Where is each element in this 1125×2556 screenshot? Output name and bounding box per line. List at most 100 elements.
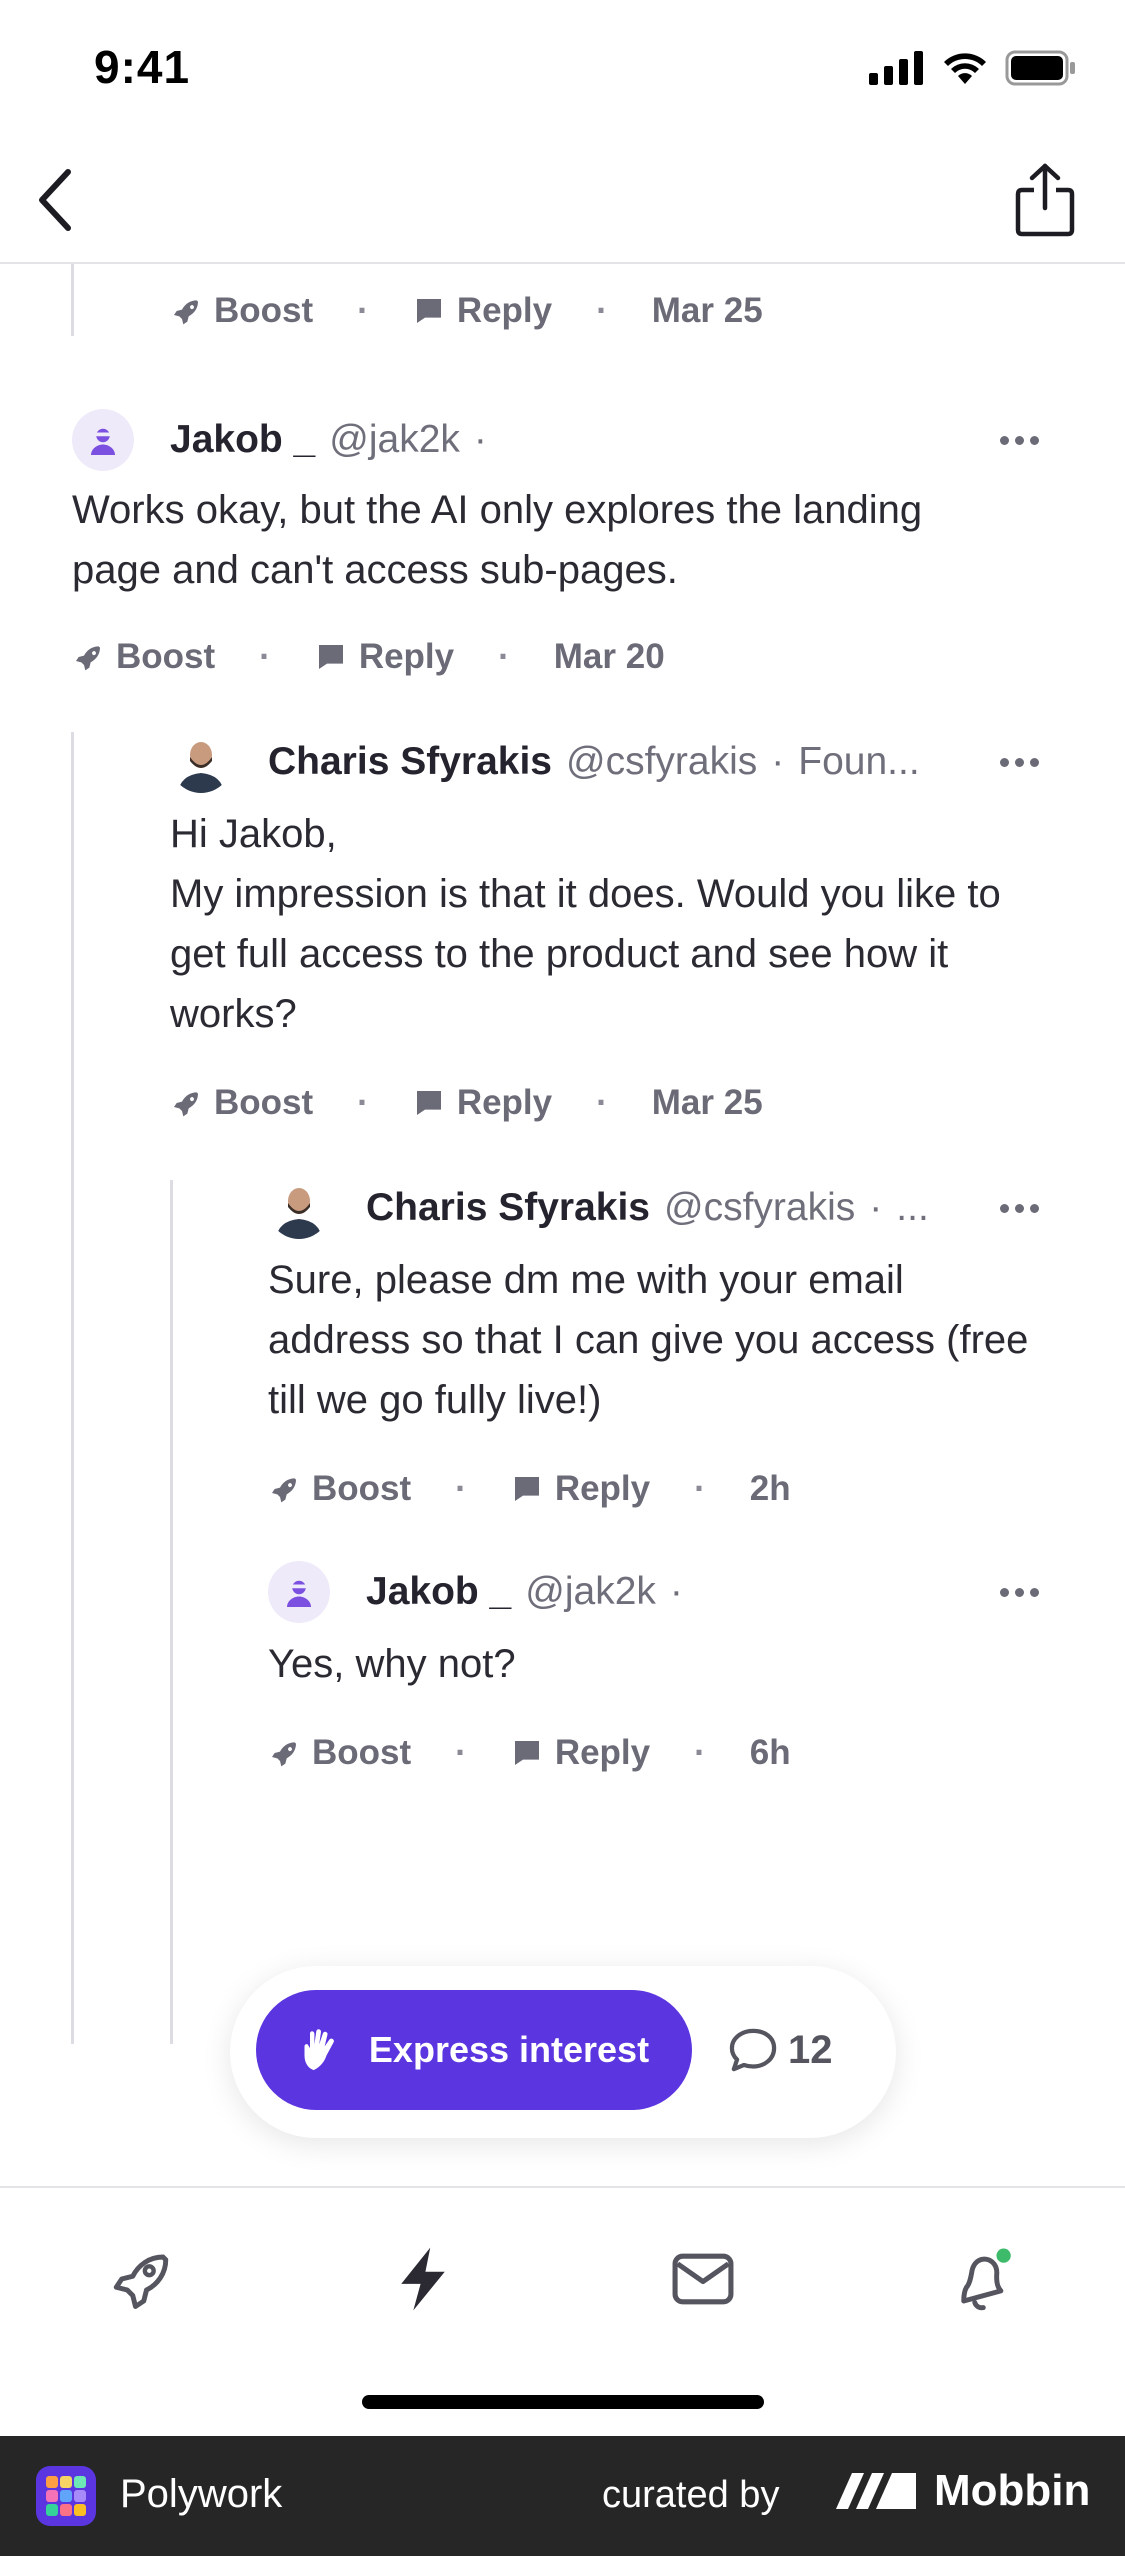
author-handle[interactable]: @csfyrakis [566,740,757,784]
avatar[interactable] [170,731,232,793]
reply-button[interactable]: Reply [315,637,454,677]
comments-count-button[interactable]: 12 [728,1990,833,2110]
comment-header: Jakob _ @jak2k · [72,408,487,472]
separator: · [669,1570,683,1613]
separator: · [694,1469,706,1508]
boost-button[interactable]: Boost [268,1733,411,1773]
comment-date: Mar 25 [651,1083,763,1122]
author-name[interactable]: Jakob _ [170,418,315,462]
reply-bubble-icon [514,1741,539,1765]
more-options-button[interactable] [1000,1582,1039,1602]
user-photo-icon [268,1177,330,1239]
comment-header: Charis Sfyrakis @csfyrakis · ... [268,1176,929,1240]
express-interest-label: Express interest [368,2029,650,2070]
boost-button[interactable]: Boost [72,637,215,677]
separator: · [694,1733,706,1772]
author-name[interactable]: Charis Sfyrakis [366,1186,650,1230]
mail-icon [672,2253,734,2305]
author-title: Foun... [798,740,920,783]
user-avatar-icon [287,1580,311,1607]
user-avatar-icon [91,428,115,455]
author-handle[interactable]: @jak2k [525,1570,656,1614]
thread-line [71,732,74,2044]
tab-activity[interactable] [378,2234,468,2324]
comment-date: Mar 20 [553,637,665,676]
status-bar: 9:41 [0,0,1125,140]
comment-body: Hi Jakob, My impression is that it does.… [170,804,1001,1044]
reply-label: Reply [456,1083,553,1122]
boost-label: Boost [312,1469,412,1508]
footer-brand-name: Mobbin [934,2466,1091,2515]
comment-body: Works okay, but the AI only explores the… [72,480,922,600]
reply-label: Reply [554,1733,651,1772]
home-indicator [362,2395,764,2409]
share-icon [1015,163,1075,237]
reply-button[interactable]: Reply [413,1083,552,1123]
boost-button[interactable]: Boost [170,291,313,331]
footer-brand: Mobbin [832,2466,1090,2516]
reply-button[interactable]: Reply [511,1733,650,1773]
boost-button[interactable]: Boost [170,1083,313,1123]
comment-actions: Boost · Reply · 6h [268,1728,791,1778]
rocket-icon [76,646,100,671]
comment-line: works? [170,992,297,1036]
comment-line: Hi Jakob, [170,812,337,856]
rocket-icon [174,1092,198,1117]
reply-label: Reply [554,1469,651,1508]
author-name[interactable]: Charis Sfyrakis [268,740,552,784]
comment-line: Works okay, but the AI only explores the… [72,488,923,532]
comment-line: till we go fully live!) [268,1378,602,1422]
user-photo-icon [170,731,232,793]
bell-icon [961,2248,1011,2311]
chevron-left-icon [39,169,71,231]
more-options-button[interactable] [1000,430,1039,450]
comment-date: 2h [749,1469,791,1508]
rocket-icon [174,300,198,325]
thread-line [170,1180,173,2044]
mobbin-logo-icon [836,2473,916,2509]
reply-button[interactable]: Reply [413,291,552,331]
separator: · [455,1733,467,1772]
separator: · [259,637,271,676]
signal-icon [869,51,923,85]
comment-actions: Boost · Reply · Mar 20 [72,632,665,682]
battery-icon [1005,50,1075,86]
boost-label: Boost [312,1733,412,1772]
avatar[interactable] [268,1561,330,1623]
wave-hand-icon [304,2029,334,2071]
back-button[interactable] [18,160,90,240]
author-handle[interactable]: @jak2k [329,418,460,462]
lightning-icon [401,2247,445,2311]
floating-action-bar: Express interest 12 [230,1966,896,2138]
separator: · [455,1469,467,1508]
nav-bar [0,140,1125,264]
tab-inbox[interactable] [658,2234,748,2324]
avatar[interactable] [72,409,134,471]
separator: · [357,291,369,330]
footer-curated-by: curated by [602,2474,780,2516]
comment-line: Sure, please dm me with your email [268,1258,904,1302]
avatar[interactable] [268,1177,330,1239]
boost-button[interactable]: Boost [268,1469,411,1509]
more-options-button[interactable] [1000,752,1039,772]
reply-button[interactable]: Reply [511,1469,650,1509]
status-time: 9:41 [94,41,191,93]
reply-label: Reply [358,637,455,676]
tab-launches[interactable] [96,2234,186,2324]
comment-actions: Boost · Reply · Mar 25 [170,1078,763,1128]
rocket-icon [113,2254,169,2309]
express-interest-button[interactable]: Express interest [256,1990,692,2110]
reply-bubble-icon [318,645,343,669]
comment-line: My impression is that it does. Would you… [170,872,1001,916]
comment-body: Yes, why not? [268,1634,516,1694]
author-name[interactable]: Jakob _ [366,1570,511,1614]
footer-banner: Polywork curated by Mobbin [0,2436,1125,2556]
comment-line: Yes, why not? [268,1642,516,1686]
tab-notifications[interactable] [938,2234,1028,2324]
more-options-button[interactable] [1000,1198,1039,1218]
separator: · [596,291,608,330]
share-button[interactable] [1005,154,1085,246]
comment-line: address so that I can give you access (f… [268,1318,1029,1362]
polywork-grid-icon [46,2476,86,2516]
author-handle[interactable]: @csfyrakis [664,1186,855,1230]
